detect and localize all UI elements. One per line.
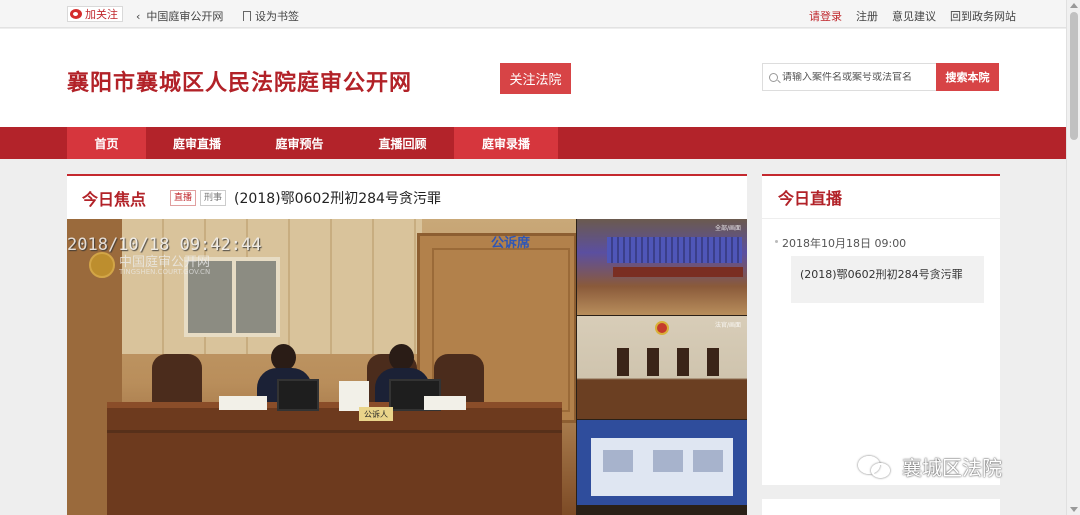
thumbnail-label: 法官/画面	[714, 322, 741, 329]
video-watermark-url: TINGSHEN.COURT.GOV.CN	[119, 268, 211, 276]
criminal-tag: 刑事	[200, 189, 227, 206]
focus-panel: 今日焦点 直播 刑事 (2018)鄂0602刑初284号贪污罪 公诉人 公诉席 …	[67, 174, 747, 515]
national-emblem-icon	[655, 321, 669, 335]
wechat-account-name: 襄城区法院	[902, 456, 1002, 480]
camera-thumbnail-1[interactable]: 全部/画面	[577, 219, 747, 315]
live-panel: 今日直播 2018年10月18日 09:00 (2018)鄂0602刑初284号…	[762, 174, 1000, 485]
camera-thumbnail-2[interactable]: 法官/画面	[577, 316, 747, 419]
page-scrollbar[interactable]	[1066, 0, 1080, 515]
nav-item-recordings[interactable]: 庭审录播	[454, 127, 558, 159]
focus-header: 今日焦点 直播 刑事 (2018)鄂0602刑初284号贪污罪	[67, 176, 747, 219]
thumbnail-label: 全部/画面	[714, 225, 741, 232]
weibo-follow-button[interactable]: 加关注	[67, 6, 123, 22]
camera-thumbnail-3[interactable]	[577, 420, 747, 505]
back-link[interactable]: ‹ 中国庭审公开网	[136, 8, 223, 24]
back-link-label: 中国庭审公开网	[146, 10, 224, 23]
search-icon	[769, 72, 778, 82]
scroll-up-icon[interactable]	[1070, 3, 1078, 8]
nav-item-live[interactable]: 庭审直播	[146, 127, 248, 159]
court-emblem-icon	[89, 252, 115, 278]
wechat-account-watermark: 襄城区法院	[858, 452, 1002, 481]
wechat-icon	[858, 454, 894, 480]
chevron-left-icon: ‹	[136, 9, 141, 23]
live-header: 今日直播	[762, 176, 1000, 219]
bookmark-icon	[243, 11, 251, 21]
secondary-panel	[762, 497, 1000, 515]
monitor	[277, 379, 319, 411]
feedback-link[interactable]: 意见建议	[892, 8, 936, 24]
site-header: 襄阳市襄城区人民法院庭审公开网 关注法院 搜索本院	[0, 29, 1066, 127]
login-link[interactable]: 请登录	[809, 8, 842, 24]
courtroom-desk	[107, 402, 562, 515]
bookmark-link[interactable]: 设为书签	[243, 8, 299, 24]
nav-item-home[interactable]: 首页	[67, 127, 146, 159]
papers	[424, 396, 466, 410]
top-links: 请登录 注册 意见建议 回到政务网站	[809, 8, 1016, 24]
gov-site-link[interactable]: 回到政务网站	[950, 8, 1016, 24]
main-nav: 首页 庭审直播 庭审预告 直播回顾 庭审录播	[0, 127, 1066, 159]
live-date: 2018年10月18日 09:00	[774, 237, 907, 250]
search-button[interactable]: 搜索本院	[936, 63, 999, 91]
scrollbar-thumb[interactable]	[1070, 12, 1078, 140]
prosecution-seat-sign: 公诉席	[491, 236, 531, 251]
register-link[interactable]: 注册	[856, 8, 878, 24]
live-title: 今日直播	[778, 189, 843, 208]
scroll-down-icon[interactable]	[1070, 507, 1078, 512]
bookmark-label: 设为书签	[255, 10, 299, 23]
search-input[interactable]	[782, 71, 932, 83]
weibo-follow-label: 加关注	[85, 8, 118, 21]
search-bar: 搜索本院	[762, 63, 999, 91]
top-bar: 加关注 ‹ 中国庭审公开网 设为书签 请登录 注册 意见建议 回到政务网站	[0, 0, 1066, 28]
nav-item-review[interactable]: 直播回顾	[351, 127, 454, 159]
follow-court-button[interactable]: 关注法院	[500, 63, 571, 94]
main-video-feed[interactable]: 公诉人 公诉席 2018/10/18 09:42:44 中国庭审公开网 TING…	[67, 219, 576, 515]
live-tag: 直播	[170, 189, 197, 206]
search-box	[762, 63, 936, 91]
nav-item-preview[interactable]: 庭审预告	[248, 127, 351, 159]
focus-case-title[interactable]: (2018)鄂0602刑初284号贪污罪	[234, 188, 441, 208]
live-case-card[interactable]: (2018)鄂0602刑初284号贪污罪	[791, 256, 984, 303]
video-player[interactable]: 公诉人 公诉席 2018/10/18 09:42:44 中国庭审公开网 TING…	[67, 219, 747, 515]
focus-title: 今日焦点	[82, 189, 147, 209]
papers	[219, 396, 267, 410]
prosecutor-nameplate: 公诉人	[359, 407, 393, 421]
weibo-icon	[70, 9, 82, 19]
site-title[interactable]: 襄阳市襄城区人民法院庭审公开网	[67, 65, 412, 97]
